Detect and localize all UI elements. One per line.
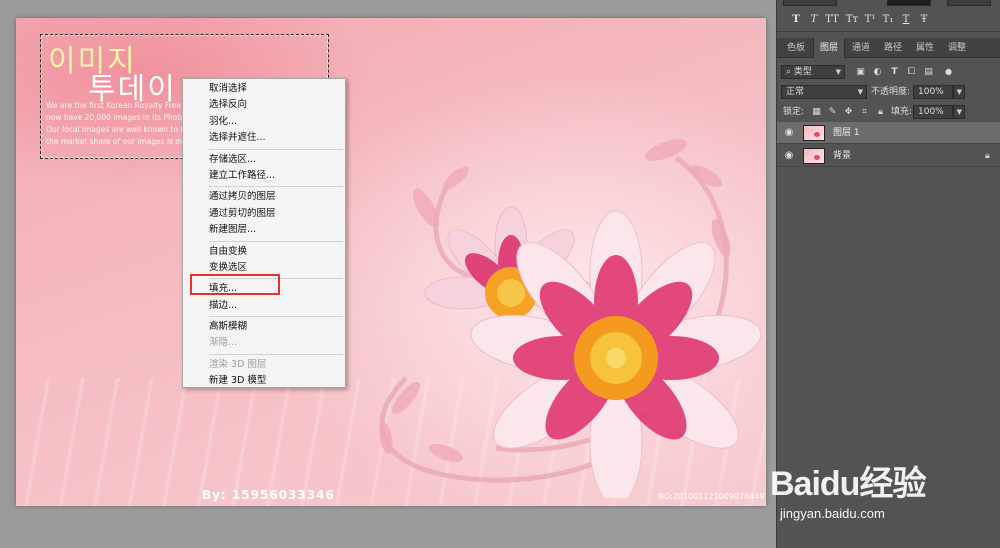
intro-line: the market share of our images is over 7… — [46, 137, 196, 146]
tab-paths[interactable]: 路径 — [877, 38, 909, 58]
smart-object-filter-icon[interactable]: ▤ — [923, 67, 934, 78]
filter-kind-dropdown[interactable]: ⌕ 类型 ▼ — [781, 65, 845, 79]
menu-item-select-inverse[interactable]: 选择反向 — [183, 97, 345, 113]
menu-item-free-transform[interactable]: 自由变换 — [183, 244, 345, 260]
intro-line: Our local images are well known to Korea… — [46, 125, 196, 134]
menu-item-deselect[interactable]: 取消选择 — [183, 81, 345, 97]
faux-italic-button[interactable]: T — [807, 13, 821, 27]
baidu-jingyan-logo: Baidu经验 — [770, 465, 926, 503]
intro-line: We are the first Korean Royalty Free ima… — [46, 101, 196, 110]
menu-separator — [209, 353, 343, 355]
fill-highlight-box — [190, 274, 280, 295]
tab-channels[interactable]: 通道 — [845, 38, 877, 58]
blend-mode-value: 正常 — [786, 87, 805, 97]
adjustment-filter-icon[interactable]: ◐ — [872, 67, 883, 78]
layer-name[interactable]: 图层 1 — [833, 126, 860, 140]
menu-item-save-selection[interactable]: 存储选区... — [183, 152, 345, 168]
chevron-down-icon: ▼ — [857, 88, 863, 96]
panel-tabs: 色板 图层 通道 路径 属性 调整 — [777, 38, 1000, 58]
lock-transparent-icon[interactable]: ▦ — [811, 107, 822, 118]
menu-item-render-3d-layer: 渲染 3D 图层 — [209, 358, 267, 370]
intro-line: now have 20,000 images in its Photoleade… — [46, 113, 196, 122]
eye-icon[interactable]: ◉ — [783, 127, 795, 139]
lock-icon: 🔒︎ — [985, 151, 990, 161]
menu-item-new-3d-model[interactable]: 新建 3D 模型 — [183, 373, 345, 389]
layer-row-layer1[interactable]: ◉ 图层 1 — [777, 122, 1000, 144]
layer-filter-row: ⌕ 类型 ▼ ▣ ◐ T ⧠ ▤ ● — [777, 64, 1000, 80]
tracking-field[interactable] — [947, 0, 991, 6]
lock-label: 锁定: — [783, 107, 805, 117]
lock-position-icon[interactable]: ✥ — [843, 107, 854, 118]
menu-item-feather[interactable]: 羽化... — [183, 114, 345, 130]
tab-adjustments[interactable]: 调整 — [941, 38, 973, 58]
opacity-slider-button[interactable]: ▼ — [953, 85, 965, 99]
filter-toggle-icon[interactable]: ● — [943, 66, 954, 77]
menu-item-fade: 渐隐... — [209, 337, 238, 349]
tab-properties[interactable]: 属性 — [909, 38, 941, 58]
menu-separator — [209, 148, 343, 150]
pixel-filter-icon[interactable]: ▣ — [855, 67, 866, 78]
menu-item-stroke[interactable]: 描边... — [183, 298, 345, 314]
menu-item-new-layer[interactable]: 新建图层... — [183, 222, 345, 238]
eye-icon[interactable]: ◉ — [783, 150, 795, 162]
opacity-field[interactable]: 100% — [913, 85, 953, 99]
chevron-down-icon: ▼ — [956, 108, 962, 116]
layer-name[interactable]: 背景 — [833, 149, 851, 163]
layer-thumbnail — [803, 125, 825, 141]
type-filter-icon[interactable]: T — [889, 67, 900, 78]
tab-layers[interactable]: 图层 — [813, 38, 845, 58]
font-style-field[interactable] — [783, 0, 837, 6]
image-canvas[interactable]: 이미지 투데이 We are the first Korean Royalty … — [16, 18, 766, 506]
faux-bold-button[interactable]: T — [789, 13, 803, 27]
baidu-watermark: Baidu经验 jingyan.baidu.com — [770, 448, 1000, 548]
fill-value: 100% — [918, 107, 944, 117]
shape-filter-icon[interactable]: ⧠ — [906, 67, 917, 78]
author-signature: By: 15956033346 — [202, 488, 335, 502]
menu-item-gaussian-blur[interactable]: 高斯模糊 — [183, 319, 345, 335]
fill-label: 填充: — [891, 107, 913, 117]
color-swatch[interactable] — [887, 0, 931, 6]
menu-item-layer-via-cut[interactable]: 通过剪切的图层 — [183, 206, 345, 222]
search-icon: ⌕ — [786, 67, 792, 77]
underline-button[interactable]: T — [899, 13, 913, 27]
layer-row-background[interactable]: ◉ 背景 🔒︎ — [777, 145, 1000, 167]
document-workspace[interactable]: 이미지 투데이 We are the first Korean Royalty … — [0, 0, 776, 548]
small-caps-button[interactable]: Tт — [845, 13, 859, 27]
superscript-button[interactable]: T¹ — [863, 13, 877, 27]
all-caps-button[interactable]: TT — [825, 13, 839, 27]
menu-separator — [209, 186, 343, 188]
intro-paragraph: We are the first Korean Royalty Free ima… — [46, 100, 196, 148]
lock-all-icon[interactable]: 🔒︎ — [875, 107, 886, 118]
fill-slider-button[interactable]: ▼ — [953, 105, 965, 119]
menu-item-select-and-mask[interactable]: 选择并遮住... — [183, 130, 345, 146]
opacity-label: 不透明度: — [871, 87, 911, 97]
image-serial-number: NO:20100112100907644915 — [658, 492, 766, 501]
chevron-down-icon: ▼ — [956, 88, 962, 96]
chevron-down-icon: ▼ — [835, 68, 841, 76]
menu-item-layer-via-copy[interactable]: 通过拷贝的图层 — [183, 189, 345, 205]
blend-row: 正常 ▼ 不透明度: 100% ▼ — [777, 84, 1000, 100]
opacity-value: 100% — [918, 87, 944, 97]
character-panel-strip: T T TT Tт T¹ T₁ T Ŧ — [777, 0, 1000, 32]
subscript-button[interactable]: T₁ — [881, 13, 895, 27]
menu-separator — [209, 316, 343, 318]
lock-artboard-icon[interactable]: ⌗ — [859, 107, 870, 118]
context-menu: 取消选择 选择反向 羽化... 选择并遮住... 存储选区... 建立工作路径.… — [182, 78, 346, 388]
layer-thumbnail — [803, 148, 825, 164]
tab-swatches[interactable]: 色板 — [779, 38, 813, 58]
lock-row: 锁定: ▦ ✎ ✥ ⌗ 🔒︎ 填充: 100% ▼ — [777, 104, 1000, 120]
lock-image-icon[interactable]: ✎ — [827, 107, 838, 118]
blend-mode-dropdown[interactable]: 正常 ▼ — [781, 85, 867, 99]
strikethrough-button[interactable]: Ŧ — [917, 13, 931, 27]
watermark-url: jingyan.baidu.com — [780, 506, 885, 521]
menu-item-make-work-path[interactable]: 建立工作路径... — [183, 168, 345, 184]
fill-field[interactable]: 100% — [913, 105, 953, 119]
lotus-flower-illustration — [379, 139, 762, 498]
filter-kind-value: 类型 — [793, 67, 812, 77]
menu-separator — [209, 240, 343, 242]
